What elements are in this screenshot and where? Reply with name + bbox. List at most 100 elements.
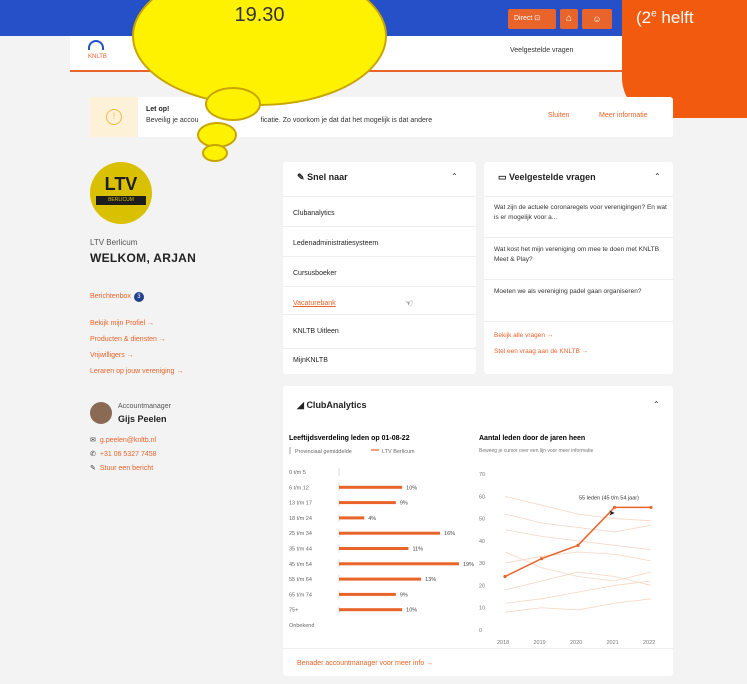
sidebar-link-volunteers[interactable]: Vrijwilligers →: [90, 352, 183, 359]
legend-label: Provinciaal gemiddelde: [295, 449, 352, 455]
club-name: LTV Berlicum: [90, 238, 138, 247]
orange-overlay-text: (2e helft: [636, 8, 694, 27]
phone-link[interactable]: ✆ +31 06 5327 7458: [90, 450, 157, 458]
members-over-years-chart[interactable]: Aantal leden door de jaren heen Beweeg je…: [479, 432, 669, 652]
account-manager-info-link[interactable]: Benader accountmanager voor meer info →: [297, 660, 433, 667]
thought-bubble: 19.30: [132, 0, 387, 106]
bar-value-label: 11%: [412, 547, 423, 553]
bar-category-label: Onbekend: [289, 623, 314, 629]
quick-link-uitleen[interactable]: KNLTB Uitleen: [283, 314, 476, 347]
bar: [339, 592, 396, 596]
faq-title[interactable]: ▭ Veelgestelde vragen: [498, 172, 596, 183]
chevron-up-icon[interactable]: ⌃: [653, 400, 660, 409]
logo-text: KNLTB: [88, 54, 107, 60]
alert-close-link[interactable]: Sluiten: [548, 112, 569, 119]
x-tick-label: 2018: [497, 640, 509, 646]
quick-link-mijnknltb-row[interactable]: MijnKNLTB: [283, 348, 476, 374]
series-point: [503, 574, 507, 579]
sidebar-link-profile[interactable]: Bekijk mijn Profiel →: [90, 320, 183, 327]
y-tick-label: 10: [479, 606, 485, 612]
chevron-up-icon[interactable]: ⌃: [654, 172, 661, 181]
chart-title: Aantal leden door de jaren heen: [479, 435, 585, 442]
message-link[interactable]: ✎ Stuur een bericht: [90, 464, 157, 472]
bar-category-label: 0 t/m 5: [289, 470, 306, 476]
legend-label: LTV Berlicum: [382, 449, 415, 455]
y-tick-label: 30: [479, 561, 485, 567]
alert-title: Let op!: [146, 106, 170, 113]
analytics-title[interactable]: ◢ ClubAnalytics: [297, 400, 366, 411]
bubble-time: 19.30: [234, 4, 285, 26]
bar-category-label: 25 t/m 34: [289, 531, 312, 537]
chat-icon: ✎: [90, 465, 96, 472]
divider: [484, 321, 673, 322]
bar-value-label: 9%: [400, 501, 408, 507]
y-tick-label: 70: [479, 472, 485, 478]
faq-all-link[interactable]: Bekijk alle vragen →: [494, 332, 553, 339]
account-manager-name: Gijs Peelen: [118, 414, 167, 424]
faq-question[interactable]: Moeten we als vereniging padel gaan orga…: [494, 287, 669, 297]
sidebar-link-teachers[interactable]: Leraren op jouw vereniging →: [90, 368, 183, 375]
legend-swatch-avg: [289, 447, 291, 454]
series-point: [539, 557, 544, 561]
direct-button[interactable]: Direct ⊡: [508, 9, 556, 29]
chart-title: Leeftijdsverdeling leden op 01-08-22: [289, 435, 410, 442]
series-point: [576, 543, 580, 547]
bar-value-label: 13%: [425, 577, 436, 583]
alert-more-link[interactable]: Meer informatie: [599, 112, 648, 119]
bar: [339, 608, 403, 612]
thought-bubble-dot: [205, 87, 261, 121]
age-distribution-chart: Leeftijdsverdeling leden op 01-08-22 Prov…: [289, 435, 474, 629]
quick-link-mijnknltb[interactable]: MijnKNLTB: [293, 357, 328, 364]
divider: [283, 648, 673, 649]
bar-chart-icon: ◢: [297, 400, 304, 410]
alert-body: Beveilig je accou ficatie. Zo voorkom je …: [146, 117, 433, 124]
mail-icon: ✉: [90, 437, 96, 444]
bar-category-label: 13 t/m 17: [289, 501, 312, 507]
x-tick-label: 2020: [570, 640, 582, 646]
chat-box-icon: ▭: [498, 172, 507, 182]
bar: [339, 485, 403, 489]
bar-category-label: 55 t/m 64: [289, 577, 312, 583]
bar-value-label: 10%: [406, 608, 417, 614]
series-point: [649, 505, 653, 510]
bar: [339, 501, 396, 505]
club-logo-sub: BERLICUM: [96, 196, 146, 205]
bar-category-label: 75+: [289, 608, 298, 614]
nav-faq-link[interactable]: Veelgestelde vragen: [510, 47, 573, 54]
alert-badge: !: [90, 97, 138, 137]
faq-ask-link[interactable]: Stel een vraag aan de KNLTB →: [494, 348, 588, 355]
bar-value-label: 16%: [444, 531, 455, 537]
faq-question[interactable]: Wat kost het mijn vereniging om mee te d…: [494, 245, 669, 265]
x-tick-label: 2022: [643, 640, 655, 646]
bar-category-label: 45 t/m 54: [289, 562, 312, 568]
email-link[interactable]: ✉ g.peelen@knltb.nl: [90, 436, 157, 444]
quick-link-clubanalytics[interactable]: Clubanalytics: [283, 196, 476, 229]
y-tick-label: 20: [479, 583, 485, 589]
quick-link-cursusboeker[interactable]: Cursusboeker: [283, 256, 476, 289]
quick-links-title[interactable]: ✎ Snel naar: [297, 172, 348, 183]
inbox-count-badge: 3: [133, 292, 144, 302]
bar: [339, 516, 365, 520]
bar-category-label: 18 t/m 24: [289, 516, 312, 522]
user-icon[interactable]: ☺: [582, 9, 612, 29]
chevron-up-icon[interactable]: ⌃: [451, 172, 458, 181]
knltb-logo-icon[interactable]: [88, 40, 104, 50]
faint-series-line: [504, 513, 652, 533]
faq-question[interactable]: Wat zijn de actuele coronaregels voor ve…: [494, 203, 669, 223]
bar: [339, 577, 422, 581]
quick-link-ledenadministratie[interactable]: Ledenadministratiesysteem: [283, 226, 476, 259]
divider: [484, 196, 673, 197]
account-manager-avatar: [90, 402, 112, 424]
hand-cursor-icon: ☜: [405, 298, 414, 308]
y-tick-label: 0: [479, 628, 482, 634]
home-icon[interactable]: ⌂: [560, 9, 578, 29]
sidebar-link-products[interactable]: Producten & diensten →: [90, 336, 183, 343]
y-tick-label: 60: [479, 494, 485, 500]
series-line: [504, 506, 651, 578]
chart-subtitle: Beweeg je cursor over een lijn voor meer…: [479, 448, 593, 454]
contact-list: ✉ g.peelen@knltb.nl ✆ +31 06 5327 7458 ✎ St…: [90, 436, 157, 478]
bar-value-label: 10%: [406, 485, 417, 491]
inbox-link[interactable]: Berichtenbox 3: [90, 292, 144, 302]
thought-bubble-dot: [202, 144, 228, 162]
bar: [339, 531, 441, 535]
